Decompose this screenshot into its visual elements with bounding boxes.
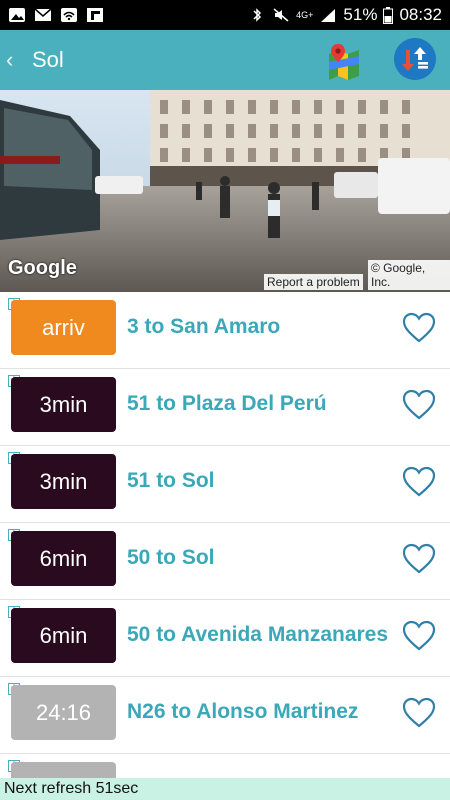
- route-label: N26 to Alonso Martinez: [127, 700, 359, 723]
- list-item[interactable]: + 3min 51 to Sol: [0, 446, 450, 523]
- mail-icon: [34, 8, 52, 21]
- signal-icon: [321, 9, 336, 22]
- photo-icon: [9, 8, 25, 22]
- list-item[interactable]: + 24:16 N26 to Alonso Martinez: [0, 677, 450, 754]
- route-label: 50 to Sol: [127, 546, 215, 569]
- list-item[interactable]: + 6min 50 to Avenida Manzanares: [0, 600, 450, 677]
- copyright-text: © Google, Inc.: [368, 260, 450, 290]
- mute-icon: [273, 8, 289, 22]
- favorite-heart-icon[interactable]: [402, 389, 436, 421]
- app-bar: ‹ Sol: [0, 30, 450, 90]
- favorite-heart-icon[interactable]: [402, 620, 436, 652]
- list-item[interactable]: + arriv 3 to San Amaro: [0, 292, 450, 369]
- status-bar: 4G+ 51% 08:32: [0, 0, 450, 30]
- list-item[interactable]: +: [0, 754, 450, 778]
- route-label: 51 to Sol: [127, 469, 215, 492]
- favorite-heart-icon[interactable]: [402, 697, 436, 729]
- sort-icon[interactable]: [394, 38, 436, 80]
- google-logo: Google: [8, 257, 77, 279]
- route-label: 51 to Plaza Del Perú: [127, 392, 327, 415]
- battery-icon: [383, 6, 394, 24]
- list-item[interactable]: + 6min 50 to Sol: [0, 523, 450, 600]
- route-label: 50 to Avenida Manzanares: [127, 623, 389, 646]
- notification-icons: [8, 7, 104, 23]
- eta-badge: [11, 762, 116, 778]
- eta-badge: 6min: [11, 608, 116, 663]
- favorite-heart-icon[interactable]: [402, 312, 436, 344]
- eta-badge: 6min: [11, 531, 116, 586]
- clock: 08:32: [399, 5, 442, 24]
- eta-badge: 3min: [11, 454, 116, 509]
- favorite-heart-icon[interactable]: [402, 466, 436, 498]
- app-notification-icon: [87, 8, 103, 22]
- arrivals-list: + arriv 3 to San Amaro + 3min 51 to Plaz…: [0, 292, 450, 778]
- network-label: 4G+: [296, 10, 314, 20]
- eta-badge: 3min: [11, 377, 116, 432]
- bluetooth-icon: [253, 8, 262, 22]
- favorite-heart-icon[interactable]: [402, 543, 436, 575]
- refresh-status-bar: Next refresh 51sec: [0, 778, 450, 800]
- eta-badge: arriv: [11, 300, 116, 355]
- back-button[interactable]: ‹: [6, 47, 28, 73]
- system-status: 4G+ 51% 08:32: [248, 5, 442, 25]
- eta-badge: 24:16: [11, 685, 116, 740]
- battery-percent: 51%: [343, 5, 378, 24]
- street-view-image[interactable]: Google Report a problem © Google, Inc.: [0, 90, 450, 292]
- map-icon[interactable]: [326, 42, 362, 80]
- page-title: Sol: [32, 47, 64, 72]
- route-label: 3 to San Amaro: [127, 315, 281, 338]
- list-item[interactable]: + 3min 51 to Plaza Del Perú: [0, 369, 450, 446]
- refresh-countdown: Next refresh 51sec: [4, 780, 139, 797]
- report-problem-link[interactable]: Report a problem: [264, 274, 363, 290]
- wifi-icon: [61, 8, 77, 22]
